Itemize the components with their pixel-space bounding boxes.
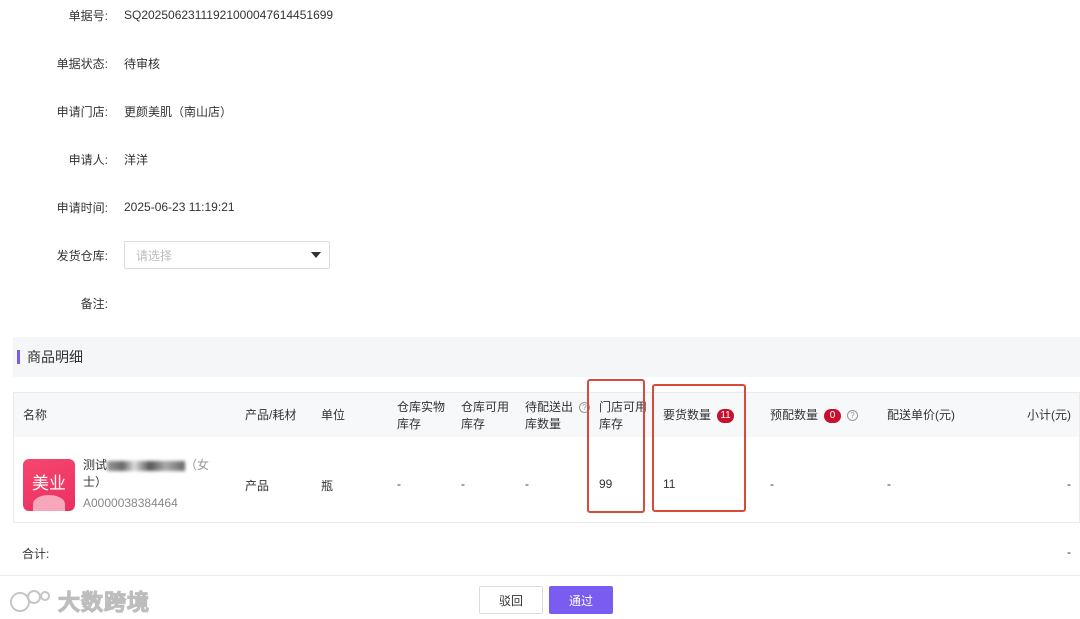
product-code: A0000038384464 [83,496,178,510]
header-wh-available: 仓库可用 库存 [461,399,509,433]
header-unit: 单位 [321,408,346,422]
header-name: 名称 [23,408,48,422]
header-wh-physical-line2: 库存 [397,417,422,431]
header-unit-price: 配送单价(元) [887,408,955,422]
prealloc-badge: 0 [824,409,842,423]
apply-time-row: 申请时间: 2025-06-23 11:19:21 [0,197,235,217]
header-pending-text: 待配送出 [525,400,574,414]
cell-unit: 瓶 [321,479,334,493]
product-thumbnail-text: 美业 [32,474,66,494]
table-header: 名称 产品/耗材 单位 仓库实物 库存 仓库可用 库存 待配送出? 库数量 门店… [14,393,1079,437]
header-prealloc-qty: 预配数量 0? [770,407,859,424]
store-label: 申请门店: [56,104,108,119]
cell-prealloc-qty: - [770,477,774,491]
header-subtotal: 小计(元) [1027,408,1071,422]
pass-button[interactable]: 通过 [549,586,613,614]
remark-label: 备注: [80,296,108,311]
watermark-text: 大数跨境 [57,591,151,617]
watermark-logo-icon [10,590,50,612]
applicant-label: 申请人: [68,152,108,167]
help-icon[interactable]: ? [847,410,859,421]
product-name-line2: 士） [83,475,108,489]
product-thumbnail: 美业 [23,459,75,511]
applicant-value: 洋洋 [124,152,149,167]
reject-button[interactable]: 驳回 [479,586,543,614]
highlight-request-qty [652,384,746,512]
section-accent-bar [17,350,20,364]
status-label: 单据状态: [56,56,108,71]
product-name-redacted [107,460,186,471]
cell-unit-price: - [887,477,891,491]
cell-subtotal: - [1067,477,1071,491]
apply-time-value: 2025-06-23 11:19:21 [124,200,235,214]
header-pending-line2: 库数量 [525,417,562,431]
cell-wh-available: - [461,477,465,491]
footer-bar: 驳回 通过 [0,575,1080,619]
watermark: 大数跨境 [8,585,150,617]
header-wh-available-line2: 库存 [461,417,486,431]
header-wh-physical-line1: 仓库实物 [397,400,446,414]
store-value: 更颜美肌（南山店） [124,104,233,119]
cell-wh-physical: - [397,477,401,491]
product-name-prefix: 测试 [83,458,108,472]
warehouse-row: 发货仓库: [0,245,108,265]
lotus-icon [33,495,65,511]
section-header: 商品明细 [13,337,1080,377]
applicant-row: 申请人: 洋洋 [0,149,148,169]
header-prealloc-qty-text: 预配数量 [770,408,819,422]
status-value: 待审核 [124,56,161,71]
caret-down-icon [311,252,321,258]
goods-table: 名称 产品/耗材 单位 仓库实物 库存 仓库可用 库存 待配送出? 库数量 门店… [13,392,1080,523]
product-name-suffix: （女 [185,458,210,472]
product-name: 测试 （女 士） [83,457,209,491]
warehouse-select[interactable]: 请选择 [124,241,330,269]
order-no-row: 单据号: SQ2025062311192100004761445​1699 [0,5,333,25]
header-type: 产品/耗材 [245,408,297,422]
total-label: 合计: [22,547,50,561]
total-value: - [1067,545,1071,559]
remark-row: 备注: [0,293,108,313]
store-row: 申请门店: 更颜美肌（南山店） [0,101,232,121]
cell-type: 产品 [245,479,270,493]
section-title: 商品明细 [27,349,83,365]
status-row: 单据状态: 待审核 [0,53,160,73]
warehouse-label: 发货仓库: [56,248,108,263]
cell-pending: - [525,477,529,491]
header-wh-physical: 仓库实物 库存 [397,399,445,433]
apply-time-label: 申请时间: [56,200,108,215]
order-no-label: 单据号: [68,8,108,23]
header-wh-available-line1: 仓库可用 [461,400,510,414]
highlight-store-available [587,379,645,513]
header-pending-line1: 待配送出? [525,399,591,416]
order-no-value: SQ2025062311192100004761445​1699 [124,8,334,22]
header-pending: 待配送出? 库数量 [525,399,591,433]
warehouse-select-placeholder: 请选择 [136,248,173,263]
